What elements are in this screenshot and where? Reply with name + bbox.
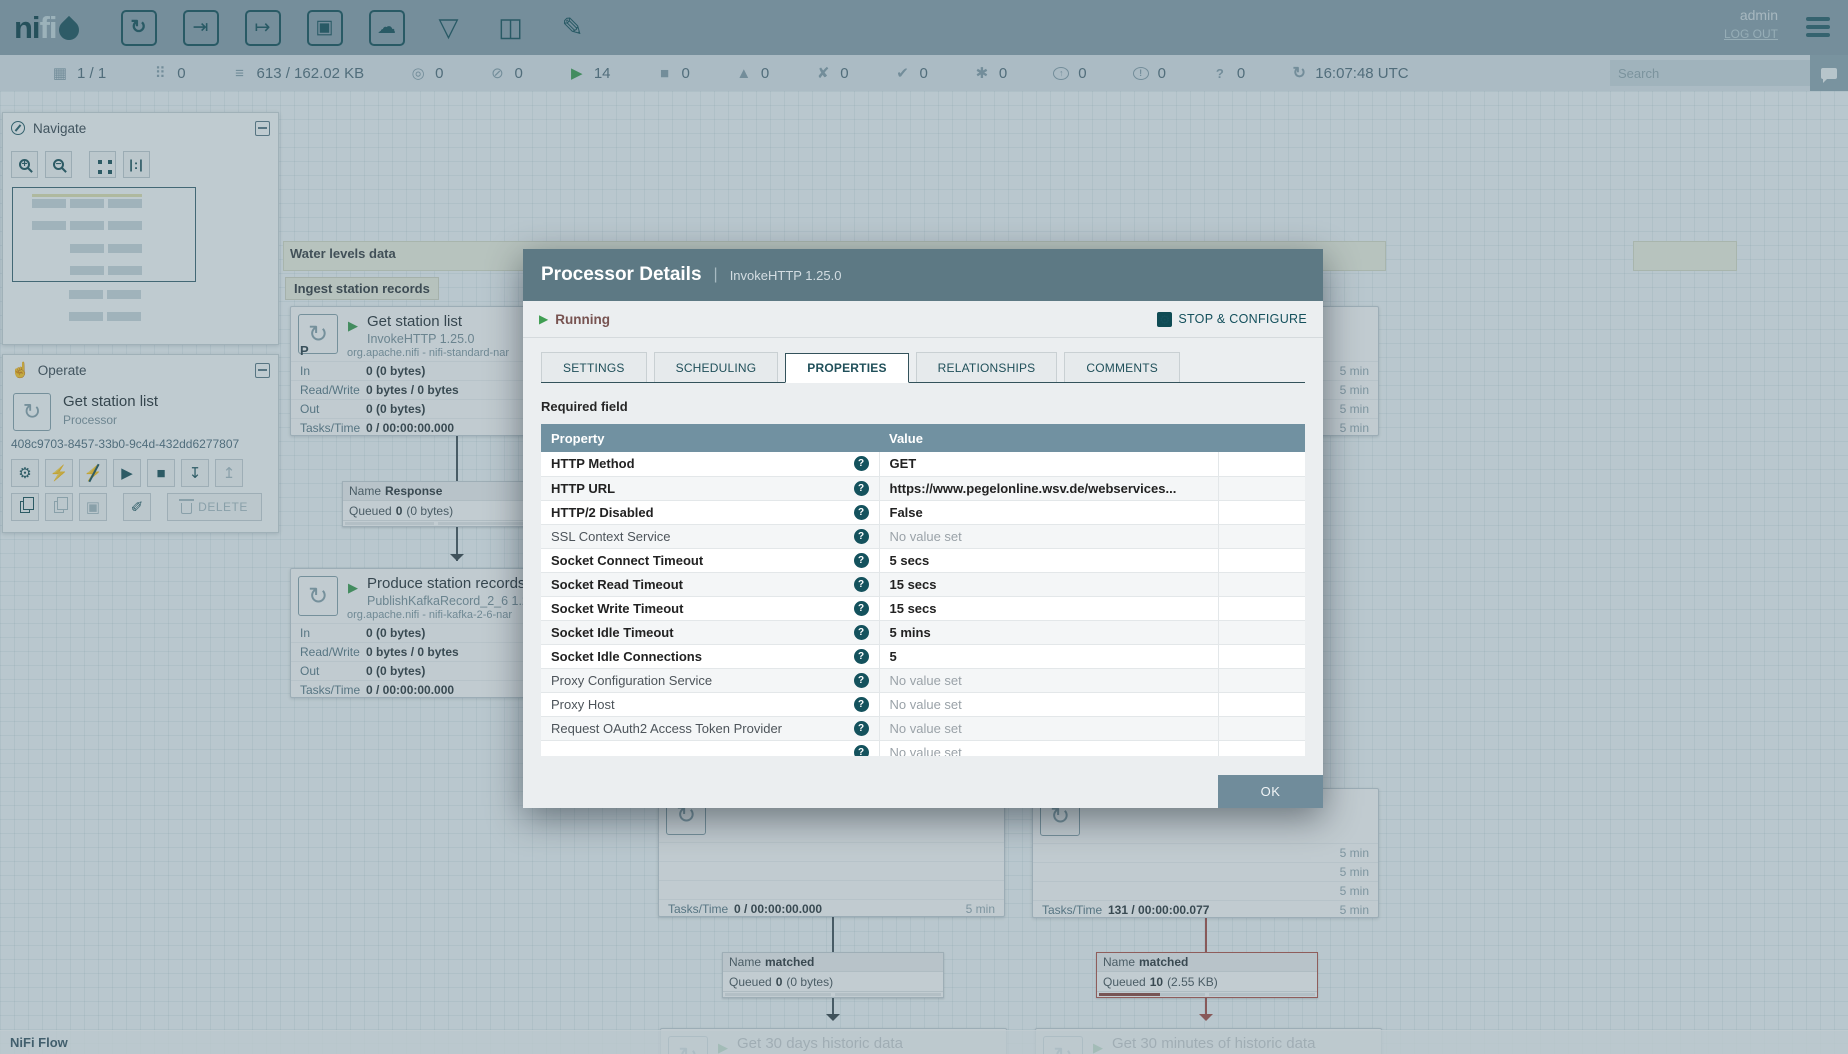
property-name: Socket Connect Timeout	[551, 552, 704, 568]
help-icon[interactable]: ?	[853, 720, 869, 736]
stop-and-configure-label: STOP & CONFIGURE	[1178, 312, 1307, 326]
property-value: 5	[879, 644, 1218, 669]
property-name: HTTP Method	[551, 456, 635, 472]
property-row: Socket Write Timeout? 15 secs	[541, 596, 1305, 621]
column-header-property: Property	[541, 424, 879, 452]
property-value: No value set	[879, 668, 1218, 693]
property-name: Socket Read Timeout	[551, 576, 683, 592]
property-value: No value set	[879, 692, 1218, 717]
dialog-subtitle: InvokeHTTP 1.25.0	[729, 267, 842, 283]
property-row: HTTP URL? https://www.pegelonline.wsv.de/…	[541, 476, 1305, 501]
property-row: ? No value set	[541, 740, 1305, 756]
help-icon[interactable]: ?	[853, 576, 869, 592]
property-row: HTTP/2 Disabled? False	[541, 500, 1305, 525]
tab-scheduling[interactable]: SCHEDULING	[653, 352, 779, 382]
dialog-header: Processor Details | InvokeHTTP 1.25.0	[523, 249, 1323, 301]
help-icon[interactable]: ?	[853, 456, 869, 472]
property-value: 5 mins	[879, 620, 1218, 645]
property-name: HTTP/2 Disabled	[551, 504, 654, 520]
property-row: Socket Idle Timeout? 5 mins	[541, 620, 1305, 645]
help-icon[interactable]: ?	[853, 480, 869, 496]
help-icon[interactable]: ?	[853, 528, 869, 544]
property-name: Socket Idle Timeout	[551, 624, 674, 640]
running-status-icon	[539, 312, 548, 326]
help-icon[interactable]: ?	[853, 696, 869, 712]
dialog-title: Processor Details	[541, 264, 702, 285]
property-value: 15 secs	[879, 572, 1218, 597]
help-icon[interactable]: ?	[853, 672, 869, 688]
property-name: Proxy Configuration Service	[551, 672, 713, 688]
stop-and-configure-button[interactable]: STOP & CONFIGURE	[1157, 311, 1307, 327]
property-name: SSL Context Service	[551, 528, 671, 544]
help-icon[interactable]: ?	[853, 600, 869, 616]
tab-settings[interactable]: SETTINGS	[541, 352, 647, 382]
property-name: Request OAuth2 Access Token Provider	[551, 720, 782, 736]
properties-table: Property Value HTTP Method? GET HTTP URL? h…	[541, 424, 1305, 756]
column-header-extra	[1218, 424, 1305, 452]
help-icon[interactable]: ?	[853, 552, 869, 568]
property-row: Proxy Host? No value set	[541, 692, 1305, 717]
property-value: No value set	[879, 740, 1218, 756]
processor-details-dialog: Processor Details | InvokeHTTP 1.25.0 Ru…	[523, 249, 1323, 808]
help-icon[interactable]: ?	[853, 648, 869, 664]
property-value: GET	[879, 452, 1218, 477]
property-row: Proxy Configuration Service? No value set	[541, 668, 1305, 693]
property-value: No value set	[879, 716, 1218, 741]
property-value: 5 secs	[879, 548, 1218, 573]
dialog-tabs: SETTINGS SCHEDULING PROPERTIES RELATIONSHIP…	[541, 352, 1305, 383]
required-field-note: Required field	[541, 399, 628, 414]
property-value: https://www.pegelonline.wsv.de/webservic…	[879, 476, 1218, 501]
property-name: Socket Write Timeout	[551, 600, 684, 616]
dialog-title-separator: |	[713, 266, 718, 283]
help-icon[interactable]: ?	[853, 744, 869, 756]
ok-button[interactable]: OK	[1218, 775, 1323, 808]
property-value: No value set	[879, 524, 1218, 549]
property-row: Socket Read Timeout? 15 secs	[541, 572, 1305, 597]
property-row: SSL Context Service? No value set	[541, 524, 1305, 549]
property-name: Proxy Host	[551, 696, 615, 712]
property-value: 15 secs	[879, 596, 1218, 621]
tab-relationships[interactable]: RELATIONSHIPS	[915, 352, 1058, 382]
property-row: Socket Connect Timeout? 5 secs	[541, 548, 1305, 573]
property-value: False	[879, 500, 1218, 525]
property-row: Request OAuth2 Access Token Provider? No …	[541, 716, 1305, 741]
property-name: Socket Idle Connections	[551, 648, 702, 664]
help-icon[interactable]: ?	[853, 624, 869, 640]
stop-configure-icon	[1157, 311, 1173, 327]
tab-properties[interactable]: PROPERTIES	[785, 353, 909, 383]
property-name: HTTP URL	[551, 480, 616, 496]
processor-run-status: Running	[555, 311, 610, 327]
help-icon[interactable]: ?	[853, 504, 869, 520]
property-row: HTTP Method? GET	[541, 452, 1305, 477]
property-row: Socket Idle Connections? 5	[541, 644, 1305, 669]
column-header-value: Value	[879, 424, 1218, 452]
tab-comments[interactable]: COMMENTS	[1064, 352, 1180, 382]
